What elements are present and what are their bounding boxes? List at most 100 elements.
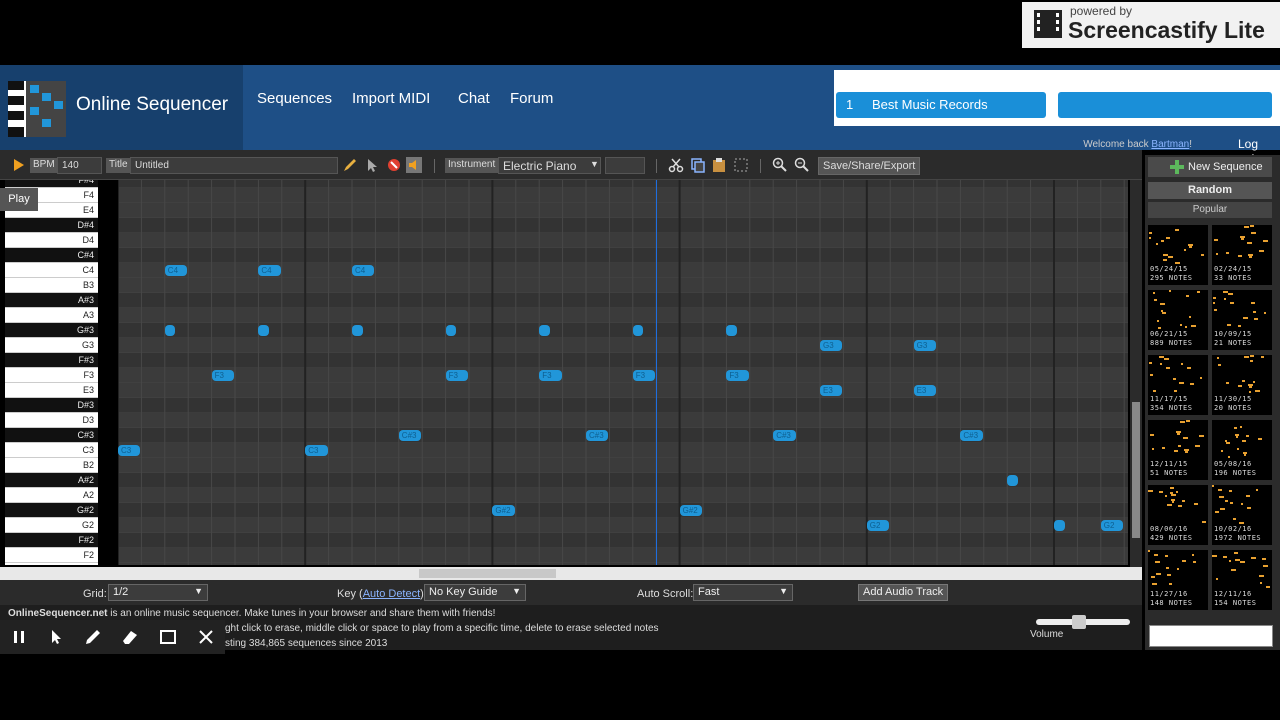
- note[interactable]: [632, 325, 644, 336]
- piano-key[interactable]: D#3: [5, 398, 98, 413]
- horizontal-scrollbar-thumb[interactable]: [419, 569, 556, 578]
- note[interactable]: C#3: [960, 430, 983, 441]
- select-all-icon[interactable]: [733, 157, 749, 173]
- piano-key[interactable]: G3: [5, 338, 98, 353]
- bpm-input[interactable]: 140: [57, 157, 102, 174]
- vertical-scrollbar[interactable]: [1130, 180, 1142, 567]
- instrument-settings-button[interactable]: [605, 157, 645, 174]
- piano-key[interactable]: C#4: [5, 248, 98, 263]
- piano-key[interactable]: D3: [5, 413, 98, 428]
- piano-key[interactable]: F3: [5, 368, 98, 383]
- piano-key[interactable]: A#3: [5, 293, 98, 308]
- autoscroll-select[interactable]: Fast ▼: [693, 584, 793, 601]
- sequence-thumbnail[interactable]: 05/24/15 295 NOTES: [1148, 225, 1208, 285]
- piano-key[interactable]: D4: [5, 233, 98, 248]
- zoom-out-icon[interactable]: [794, 157, 810, 173]
- sidebar-search-box[interactable]: [1149, 625, 1273, 647]
- ad-link-secondary[interactable]: [1058, 92, 1272, 118]
- note[interactable]: C4: [258, 265, 281, 276]
- title-input[interactable]: Untitled: [130, 157, 338, 174]
- sequence-thumbnail[interactable]: 11/30/15 20 NOTES: [1212, 355, 1272, 415]
- note[interactable]: C#3: [773, 430, 796, 441]
- pen-icon[interactable]: [84, 628, 102, 646]
- grid-select[interactable]: 1/2 ▼: [108, 584, 208, 601]
- piano-key[interactable]: C4: [5, 263, 98, 278]
- sequence-thumbnail[interactable]: 11/27/16 148 NOTES: [1148, 550, 1208, 610]
- piano-key[interactable]: B3: [5, 278, 98, 293]
- nav-chat[interactable]: Chat: [458, 90, 490, 107]
- note[interactable]: [445, 325, 457, 336]
- note[interactable]: E3: [820, 385, 843, 396]
- piano-key[interactable]: F#2: [5, 533, 98, 548]
- sequence-thumbnail[interactable]: 10/02/16 1972 NOTES: [1212, 485, 1272, 545]
- sequence-thumbnail[interactable]: 08/06/16 429 NOTES: [1148, 485, 1208, 545]
- sequence-thumbnail[interactable]: 12/11/16 154 NOTES: [1212, 550, 1272, 610]
- sequence-thumbnail[interactable]: 06/21/15 889 NOTES: [1148, 290, 1208, 350]
- tab-popular[interactable]: Popular: [1148, 202, 1272, 218]
- play-icon[interactable]: [10, 157, 26, 173]
- erase-icon[interactable]: [386, 157, 402, 173]
- piano-keyboard[interactable]: F#4 F4 E4 D#4 D4 C#4 C4 B3 A#3 A3 G#3 G3 F#3 F3 E3 D#3 D…: [5, 180, 98, 565]
- piano-key[interactable]: C3: [5, 443, 98, 458]
- piano-key[interactable]: G#3: [5, 323, 98, 338]
- volume-slider-handle[interactable]: [1072, 615, 1086, 629]
- note[interactable]: E3: [913, 385, 936, 396]
- new-sequence-button[interactable]: New Sequence: [1148, 157, 1272, 177]
- ad-link[interactable]: 1 Best Music Records: [836, 92, 1046, 118]
- vertical-scrollbar-thumb[interactable]: [1132, 402, 1140, 538]
- nav-import-midi[interactable]: Import MIDI: [352, 90, 430, 107]
- cursor-icon[interactable]: [47, 628, 65, 646]
- piano-key[interactable]: A2: [5, 488, 98, 503]
- speaker-icon[interactable]: [406, 157, 422, 173]
- note[interactable]: F3: [211, 370, 234, 381]
- note[interactable]: G2: [866, 520, 890, 531]
- note[interactable]: G#2: [492, 505, 515, 516]
- note[interactable]: G#2: [679, 505, 702, 516]
- note[interactable]: [164, 325, 176, 336]
- note[interactable]: C#3: [586, 430, 609, 441]
- note[interactable]: F3: [445, 370, 468, 381]
- note[interactable]: C4: [164, 265, 188, 276]
- save-share-export-button[interactable]: Save/Share/Export: [818, 157, 921, 175]
- tab-random[interactable]: Random: [1148, 182, 1272, 199]
- note[interactable]: [726, 325, 738, 336]
- zoom-in-icon[interactable]: [772, 157, 788, 173]
- piano-key[interactable]: F#3: [5, 353, 98, 368]
- username-link[interactable]: Bartman: [1151, 139, 1189, 150]
- sequence-thumbnail[interactable]: 05/08/16 196 NOTES: [1212, 420, 1272, 480]
- piano-key[interactable]: E2: [5, 563, 98, 565]
- add-audio-track-button[interactable]: Add Audio Track: [858, 584, 949, 601]
- piano-key[interactable]: B2: [5, 458, 98, 473]
- note[interactable]: G3: [820, 340, 843, 351]
- nav-sequences[interactable]: Sequences: [257, 90, 332, 107]
- close-icon[interactable]: [197, 628, 215, 646]
- piano-key[interactable]: G#2: [5, 503, 98, 518]
- horizontal-scrollbar[interactable]: [0, 567, 1142, 580]
- note[interactable]: C3: [305, 445, 328, 456]
- piano-key[interactable]: F#4: [5, 180, 98, 188]
- paste-icon[interactable]: [711, 157, 727, 173]
- piano-key[interactable]: G2: [5, 518, 98, 533]
- sequence-thumbnail[interactable]: 02/24/15 33 NOTES: [1212, 225, 1272, 285]
- note[interactable]: [1054, 520, 1065, 531]
- sequence-thumbnail[interactable]: 12/11/15 51 NOTES: [1148, 420, 1208, 480]
- copy-icon[interactable]: [690, 157, 706, 173]
- nav-forum[interactable]: Forum: [510, 90, 553, 107]
- piano-key[interactable]: F2: [5, 548, 98, 563]
- logo[interactable]: Online Sequencer: [0, 65, 243, 150]
- key-select[interactable]: No Key Guide ▼: [424, 584, 526, 601]
- select-cursor-icon[interactable]: [364, 157, 380, 173]
- note[interactable]: [539, 325, 550, 336]
- piano-key[interactable]: C#3: [5, 428, 98, 443]
- note[interactable]: G2: [1100, 520, 1124, 531]
- piano-key[interactable]: A3: [5, 308, 98, 323]
- note-grid[interactable]: C3 C4 F3 C4 C3 C4 C#3 F3 G#2 F3 C#3 F3 G#2 F3 C#3 G3 E3 G…: [118, 180, 1128, 565]
- rectangle-icon[interactable]: [159, 628, 177, 646]
- note[interactable]: [258, 325, 270, 336]
- instrument-select[interactable]: Electric Piano: [498, 157, 601, 174]
- sequence-thumbnail[interactable]: 10/09/15 21 NOTES: [1212, 290, 1272, 350]
- pencil-icon[interactable]: [342, 157, 358, 173]
- scissors-icon[interactable]: [668, 157, 684, 173]
- note[interactable]: C4: [352, 265, 375, 276]
- note[interactable]: C#3: [398, 430, 422, 441]
